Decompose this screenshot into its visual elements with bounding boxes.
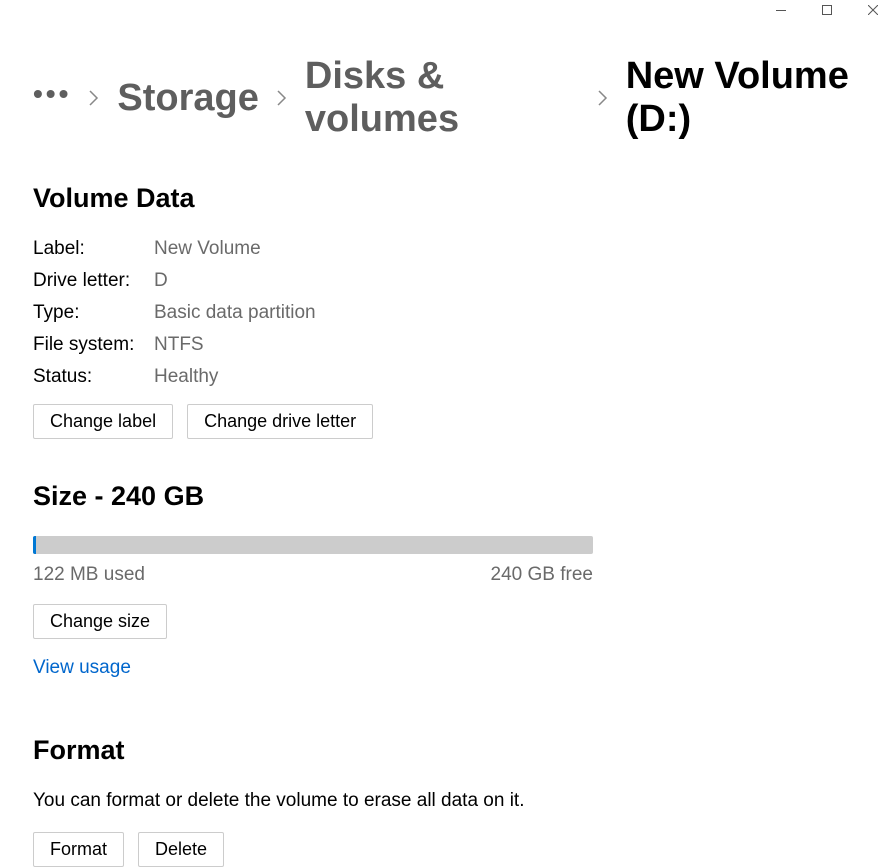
breadcrumb-disks-volumes[interactable]: Disks & volumes <box>305 55 580 141</box>
size-title: Size - 240 GB <box>33 481 896 512</box>
label-value: New Volume <box>154 238 261 260</box>
format-buttons: Format Delete <box>33 832 896 867</box>
volume-data-buttons: Change label Change drive letter <box>33 404 896 439</box>
type-label: Type: <box>33 302 154 324</box>
label-row: Label: New Volume <box>33 238 896 260</box>
size-free-label: 240 GB free <box>491 564 593 586</box>
drive-letter-label: Drive letter: <box>33 270 154 292</box>
size-buttons: Change size <box>33 604 896 639</box>
status-value: Healthy <box>154 366 218 388</box>
label-label: Label: <box>33 238 154 260</box>
file-system-label: File system: <box>33 334 154 356</box>
format-section: Format You can format or delete the volu… <box>33 735 896 867</box>
drive-letter-row: Drive letter: D <box>33 270 896 292</box>
window-controls <box>758 0 896 20</box>
change-label-button[interactable]: Change label <box>33 404 173 439</box>
file-system-row: File system: NTFS <box>33 334 896 356</box>
size-section: Size - 240 GB 122 MB used 240 GB free Ch… <box>33 481 896 679</box>
format-title: Format <box>33 735 896 766</box>
change-size-button[interactable]: Change size <box>33 604 167 639</box>
breadcrumb-storage[interactable]: Storage <box>117 77 258 120</box>
size-progress-labels: 122 MB used 240 GB free <box>33 564 593 586</box>
size-used-label: 122 MB used <box>33 564 145 586</box>
volume-data-section: Volume Data Label: New Volume Drive lett… <box>33 183 896 439</box>
chevron-right-icon <box>598 90 608 106</box>
status-label: Status: <box>33 366 154 388</box>
close-button[interactable] <box>850 0 896 20</box>
minimize-button[interactable] <box>758 0 804 20</box>
drive-letter-value: D <box>154 270 168 292</box>
maximize-button[interactable] <box>804 0 850 20</box>
status-row: Status: Healthy <box>33 366 896 388</box>
size-progress-fill <box>33 536 36 554</box>
change-drive-letter-button[interactable]: Change drive letter <box>187 404 373 439</box>
type-row: Type: Basic data partition <box>33 302 896 324</box>
format-description: You can format or delete the volume to e… <box>33 790 896 812</box>
volume-data-title: Volume Data <box>33 183 896 214</box>
view-usage-link[interactable]: View usage <box>33 657 131 679</box>
chevron-right-icon <box>89 90 99 106</box>
type-value: Basic data partition <box>154 302 316 324</box>
breadcrumb: ••• Storage Disks & volumes New Volume (… <box>33 55 896 141</box>
size-progress-bar <box>33 536 593 554</box>
size-progress-container <box>33 536 593 554</box>
file-system-value: NTFS <box>154 334 204 356</box>
breadcrumb-current: New Volume (D:) <box>626 55 896 141</box>
volume-data-table: Label: New Volume Drive letter: D Type: … <box>33 238 896 388</box>
format-button[interactable]: Format <box>33 832 124 867</box>
breadcrumb-ellipsis[interactable]: ••• <box>33 80 71 116</box>
delete-button[interactable]: Delete <box>138 832 224 867</box>
chevron-right-icon <box>277 90 287 106</box>
